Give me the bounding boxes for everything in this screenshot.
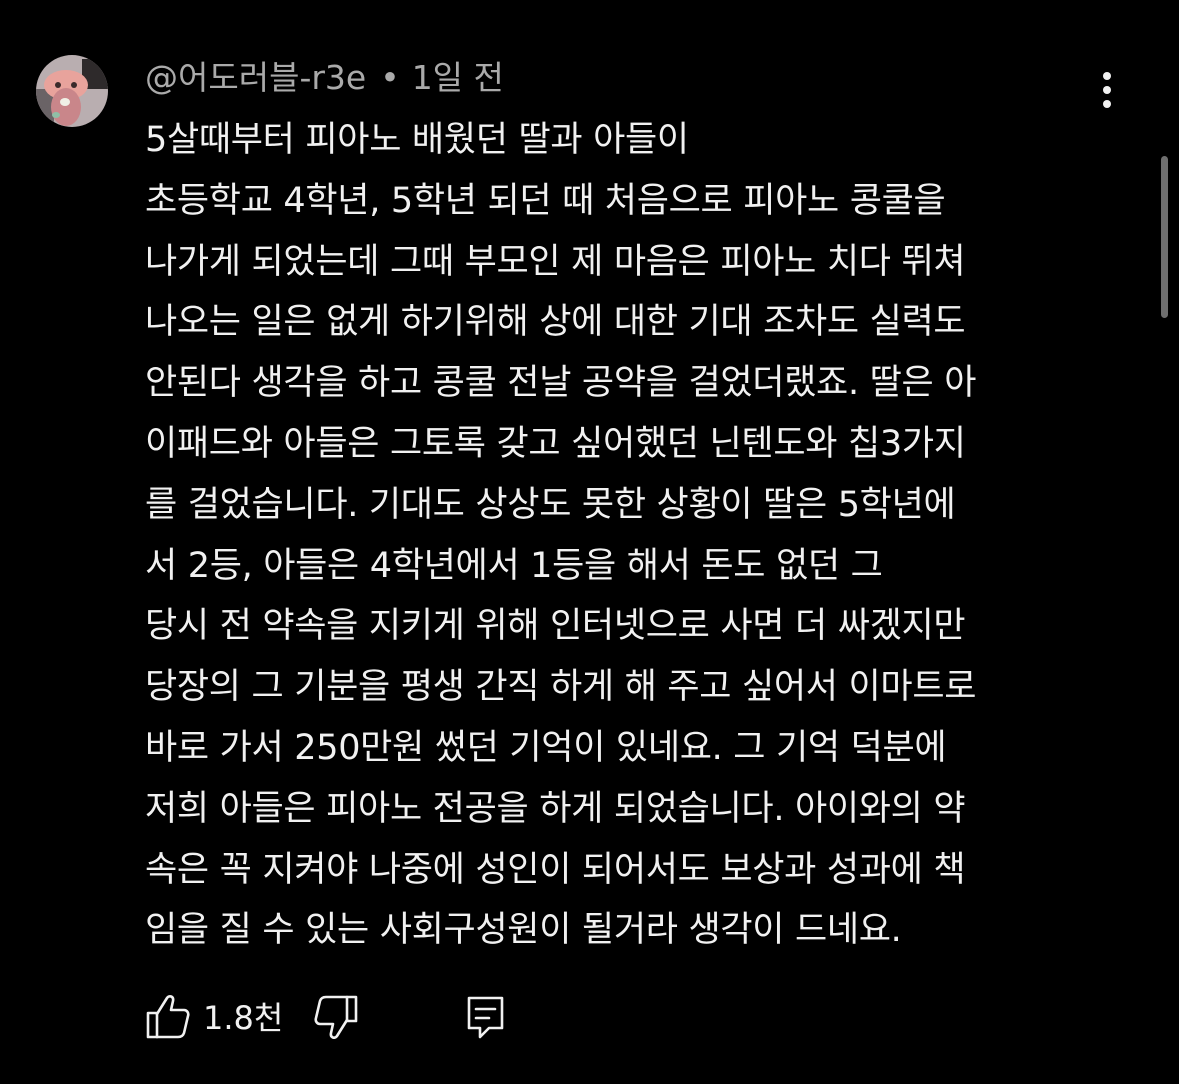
avatar[interactable] — [36, 55, 108, 127]
user-avatar-icon — [36, 55, 108, 127]
reply-button[interactable] — [465, 994, 507, 1040]
comment-line: 나오는 일은 없게 하기위해 상에 대한 기대 조차도 실력도 — [145, 302, 966, 343]
like-count: 1.8천 — [203, 999, 284, 1037]
comment-line: 임을 질 수 있는 사회구성원이 될거라 생각이 드네요. — [145, 910, 902, 951]
comment-line: 나가게 되었는데 그때 부모인 제 마음은 피아노 치다 뛰쳐 — [145, 241, 966, 282]
dislike-button[interactable] — [313, 994, 359, 1044]
thumbs-down-icon — [314, 995, 358, 1039]
comment-line: 속은 꼭 지켜야 나중에 성인이 되어서도 보상과 성과에 책 — [145, 849, 966, 890]
comment-line: 초등학교 4학년, 5학년 되던 때 처음으로 피아노 콩쿨을 — [145, 180, 946, 221]
comment-line: 를 걸었습니다. 기대도 상상도 못한 상황이 딸은 5학년에 — [145, 484, 956, 525]
comment-line: 5살때부터 피아노 배웠던 딸과 아들이 — [145, 120, 689, 160]
thumbs-up-icon — [146, 995, 190, 1039]
comment-line: 서 2등, 아들은 4학년에서 1등을 해서 돈도 없던 그 — [145, 545, 883, 586]
comment-time[interactable]: 1일 전 — [412, 58, 504, 97]
comment-line: 이패드와 아들은 그토록 갖고 싶어했던 닌텐도와 칩3가지 — [145, 423, 966, 464]
author-name[interactable]: @어도러블-r3e — [145, 58, 366, 97]
separator-dot: • — [380, 58, 400, 97]
comment-header: @어도러블-r3e • 1일 전 — [145, 56, 504, 100]
like-button[interactable] — [145, 992, 191, 1042]
comment-line: 당장의 그 기분을 평생 간직 하게 해 주고 싶어서 이마트로 — [145, 667, 977, 708]
comment-line: 당시 전 약속을 지키게 위해 인터넷으로 사면 더 싸겠지만 — [145, 606, 966, 647]
comment-text: 5살때부터 피아노 배웠던 딸과 아들이 초등학교 4학년, 5학년 되던 때 … — [145, 110, 1130, 961]
scrollbar-thumb[interactable] — [1161, 156, 1168, 318]
reply-comment-icon — [467, 996, 504, 1039]
comment-line: 저희 아들은 피아노 전공을 하게 되었습니다. 아이와의 약 — [145, 788, 966, 829]
comment-line: 안된다 생각을 하고 콩쿨 전날 공약을 걸었더랬죠. 딸은 아 — [145, 363, 977, 404]
comment-line: 바로 가서 250만원 썼던 기억이 있네요. 그 기억 덕분에 — [145, 727, 947, 768]
more-options-button[interactable] — [1086, 68, 1128, 112]
